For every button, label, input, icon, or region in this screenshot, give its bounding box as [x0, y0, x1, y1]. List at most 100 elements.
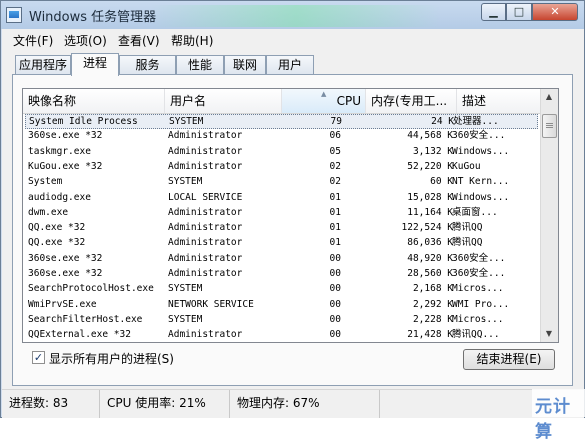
process-description-cell: NT Kern... — [452, 176, 510, 188]
process-memory-cell: 86,036 K — [407, 237, 453, 249]
process-description-cell: 腾讯QQ — [452, 237, 483, 249]
process-description-cell: 腾讯QQ... — [452, 329, 500, 341]
column-image-name[interactable]: 映像名称 — [23, 89, 165, 113]
tab-networking[interactable]: 联网 — [224, 55, 266, 75]
process-name-cell: KuGou.exe *32 — [28, 160, 103, 172]
process-memory-cell: 11,164 K — [407, 206, 453, 218]
client-area: 应用程序 进程 服务 性能 联网 用户 映像名称 用户名 ▲ CPU 内存(专用… — [2, 51, 584, 389]
process-name-cell: audiodg.exe — [28, 191, 91, 203]
status-bar: 进程数: 83 CPU 使用率: 21% 物理内存: 67% — [2, 389, 584, 418]
table-row[interactable]: SearchProtocolHost.exe SYSTEM 00 2,168 K Mic… — [25, 282, 538, 297]
task-manager-window: Windows 任务管理器 ▁ □ ✕ 文件(F) 选项(O) 查看(V) 帮助… — [0, 0, 585, 442]
minimize-button[interactable]: ▁ — [481, 3, 506, 21]
menu-file[interactable]: 文件(F) — [13, 32, 53, 49]
table-row[interactable]: SearchFilterHost.exe SYSTEM 00 2,228 K Micro… — [25, 313, 538, 328]
menu-view[interactable]: 查看(V) — [118, 32, 160, 49]
process-memory-cell: 122,524 K — [401, 222, 453, 234]
process-description-cell: Micros... — [452, 283, 504, 295]
process-memory-cell: 24 K — [431, 116, 454, 127]
list-header: 映像名称 用户名 ▲ CPU 内存(专用工... 描述 — [23, 89, 542, 114]
process-name-cell: QQExternal.exe *32 — [28, 329, 131, 341]
process-user-cell: Administrator — [168, 130, 243, 142]
process-user-cell: Administrator — [168, 252, 243, 264]
process-user-cell: Administrator — [168, 160, 243, 172]
process-user-cell: Administrator — [168, 268, 243, 279]
table-row[interactable]: WmiPrvSE.exe NETWORK SERVICE 00 2,292 K WMI … — [25, 298, 538, 313]
show-all-users-checkbox[interactable]: ✓ — [32, 351, 45, 364]
tab-services[interactable]: 服务 — [119, 55, 176, 75]
table-row[interactable]: taskmgr.exe Administrator 05 3,132 K Windows… — [25, 145, 538, 160]
table-row[interactable]: 360se.exe *32 Administrator 00 48,920 K 360安… — [25, 252, 538, 267]
process-user-cell: Administrator — [168, 329, 243, 341]
process-name-cell: System Idle Process — [29, 116, 138, 127]
process-memory-cell: 2,168 K — [412, 283, 453, 295]
column-description[interactable]: 描述 — [457, 89, 542, 113]
table-row[interactable]: KuGou.exe *32 Administrator 02 52,220 K KuGo… — [25, 160, 538, 175]
process-cpu-cell: 00 — [329, 252, 341, 264]
process-description-cell: 360安全... — [452, 130, 506, 142]
tab-applications[interactable]: 应用程序 — [15, 55, 71, 75]
process-cpu-cell: 00 — [329, 329, 341, 341]
column-cpu-label: CPU — [336, 94, 361, 108]
process-description-cell: 腾讯QQ — [452, 222, 483, 234]
watermark: 元计算 — [532, 389, 585, 442]
process-description-cell: KuGou — [452, 160, 481, 172]
task-manager-icon — [6, 7, 22, 23]
menu-options[interactable]: 选项(O) — [64, 32, 107, 49]
column-user-name[interactable]: 用户名 — [165, 89, 282, 113]
watermark-logo: 元计算 — [535, 397, 571, 442]
scroll-thumb[interactable] — [542, 114, 557, 138]
process-memory-cell: 44,568 K — [407, 130, 453, 142]
process-memory-cell: 48,920 K — [407, 252, 453, 264]
scroll-grip-icon — [546, 123, 553, 129]
process-description-cell: Micros... — [452, 313, 504, 325]
maximize-button[interactable]: □ — [506, 3, 532, 21]
process-name-cell: SearchProtocolHost.exe — [28, 283, 154, 295]
process-cpu-cell: 05 — [329, 145, 341, 157]
menu-bar: 文件(F) 选项(O) 查看(V) 帮助(H) — [2, 29, 584, 52]
process-cpu-cell: 01 — [329, 222, 341, 234]
process-name-cell: 360se.exe *32 — [28, 130, 103, 142]
table-row[interactable]: System Idle Process SYSTEM 79 24 K 处理器... — [25, 114, 538, 129]
tab-performance[interactable]: 性能 — [176, 55, 224, 75]
end-process-button[interactable]: 结束进程(E) — [463, 349, 555, 370]
process-cpu-cell: 00 — [329, 268, 341, 279]
table-row[interactable]: 360se.exe *32 Administrator 06 44,568 K 360安… — [25, 129, 538, 144]
scroll-down-icon[interactable]: ▼ — [542, 326, 556, 342]
process-name-cell: 360se.exe *32 — [28, 252, 103, 264]
process-name-cell: System — [28, 176, 63, 188]
title-bar[interactable]: Windows 任务管理器 ▁ □ ✕ — [1, 1, 584, 29]
table-row[interactable]: QQ.exe *32 Administrator 01 86,036 K 腾讯QQ — [25, 236, 538, 251]
tab-processes[interactable]: 进程 — [71, 53, 119, 76]
process-user-cell: Administrator — [168, 222, 243, 234]
menu-help[interactable]: 帮助(H) — [171, 32, 213, 49]
tab-users[interactable]: 用户 — [266, 55, 314, 75]
process-cpu-cell: 06 — [329, 130, 341, 142]
sort-arrow-icon: ▲ — [321, 90, 327, 98]
process-description-cell: 处理器... — [453, 116, 499, 127]
process-name-cell: 360se.exe *32 — [28, 268, 103, 279]
process-memory-cell: 2,228 K — [412, 313, 453, 325]
table-row[interactable]: System SYSTEM 02 60 K NT Kern... — [25, 175, 538, 190]
column-memory[interactable]: 内存(专用工... — [366, 89, 457, 113]
table-row[interactable]: audiodg.exe LOCAL SERVICE 01 15,028 K Window… — [25, 191, 538, 206]
process-memory-cell: 52,220 K — [407, 160, 453, 172]
process-description-cell: 360安全... — [452, 252, 506, 264]
table-row[interactable]: 360se.exe *32 Administrator 00 28,560 K 360安… — [25, 267, 538, 282]
column-cpu[interactable]: ▲ CPU — [282, 89, 366, 113]
process-cpu-cell: 79 — [330, 116, 342, 127]
process-name-cell: WmiPrvSE.exe — [28, 298, 97, 310]
process-list[interactable]: 映像名称 用户名 ▲ CPU 内存(专用工... 描述 System Idle … — [22, 88, 559, 343]
table-row[interactable]: QQExternal.exe *32 Administrator 00 21,428 … — [25, 328, 538, 342]
process-user-cell: Administrator — [168, 206, 243, 218]
table-row[interactable]: dwm.exe Administrator 01 11,164 K 桌面窗... — [25, 206, 538, 221]
scroll-up-icon[interactable]: ▲ — [542, 89, 556, 105]
process-cpu-cell: 01 — [329, 237, 341, 249]
process-user-cell: SYSTEM — [169, 116, 204, 127]
process-name-cell: QQ.exe *32 — [28, 237, 86, 249]
process-name-cell: taskmgr.exe — [28, 145, 91, 157]
process-description-cell: Windows... — [452, 145, 510, 157]
table-row[interactable]: QQ.exe *32 Administrator 01 122,524 K 腾讯QQ — [25, 221, 538, 236]
vertical-scrollbar[interactable]: ▲ ▼ — [540, 89, 558, 342]
close-button[interactable]: ✕ — [532, 3, 578, 21]
